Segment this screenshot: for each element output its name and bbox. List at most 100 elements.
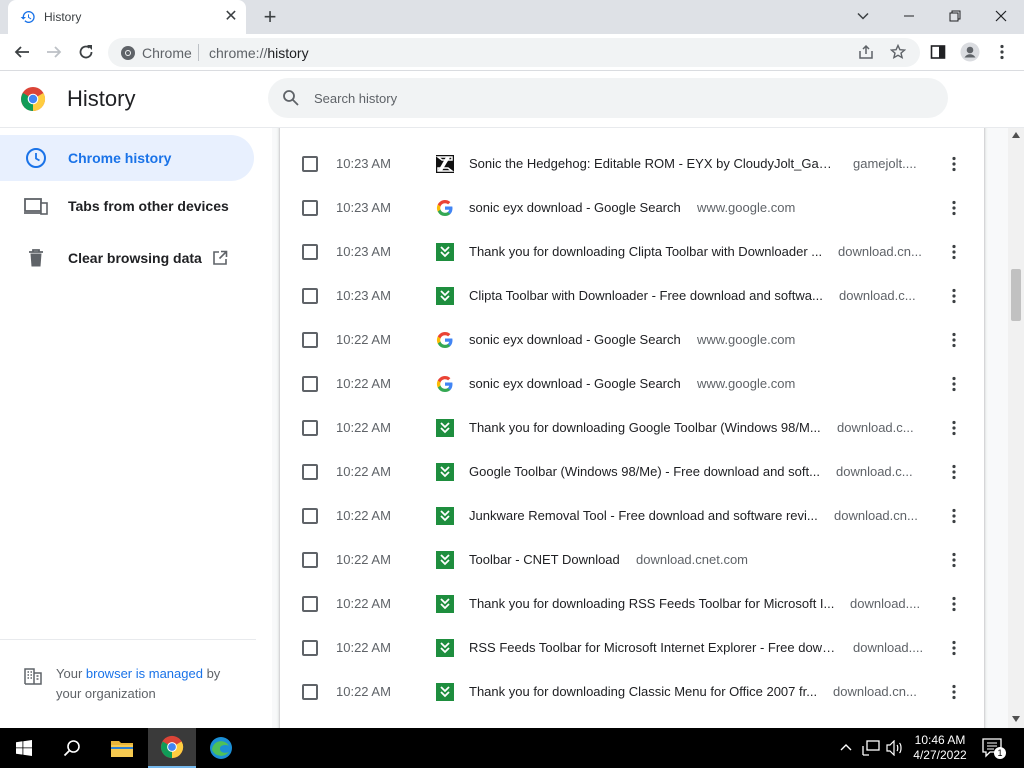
share-button[interactable]	[852, 38, 880, 66]
sidebar-item-chrome-history[interactable]: Chrome history	[0, 135, 254, 181]
trash-icon	[24, 247, 48, 269]
cnet-favicon-icon	[436, 639, 454, 657]
reload-button[interactable]	[72, 38, 100, 66]
sidebar-item-clear-browsing-data[interactable]: Clear browsing data	[0, 235, 254, 281]
row-checkbox[interactable]	[302, 420, 318, 436]
restore-button[interactable]	[932, 0, 978, 32]
row-menu-button[interactable]	[944, 594, 964, 614]
edge-taskbar-button[interactable]	[197, 728, 245, 768]
row-time: 10:23 AM	[336, 288, 391, 303]
row-menu-button[interactable]	[944, 682, 964, 702]
more-vert-icon	[952, 244, 956, 260]
row-title-link[interactable]: RSS Feeds Toolbar for Microsoft Internet…	[469, 640, 837, 655]
row-title-link[interactable]: sonic eyx download - Google Search	[469, 376, 681, 391]
table-row[interactable]: 10:23 AM Thank you for downloading Clipta…	[280, 230, 984, 274]
sidebar-item-tabs-from-other-devices[interactable]: Tabs from other devices	[0, 183, 254, 229]
row-checkbox[interactable]	[302, 508, 318, 524]
table-row[interactable]: 10:23 AM Clipta Toolbar with Downloader -…	[280, 274, 984, 318]
row-checkbox[interactable]	[302, 684, 318, 700]
back-button[interactable]	[8, 38, 36, 66]
menu-button[interactable]	[988, 38, 1016, 66]
file-explorer-button[interactable]	[98, 728, 146, 768]
row-checkbox[interactable]	[302, 552, 318, 568]
row-title-link[interactable]: Thank you for downloading Google Toolbar…	[469, 420, 821, 435]
row-menu-button[interactable]	[944, 550, 964, 570]
row-checkbox[interactable]	[302, 640, 318, 656]
row-domain: download....	[853, 640, 924, 655]
table-row[interactable]: 10:22 AM Google Toolbar (Windows 98/Me) -…	[280, 450, 984, 494]
table-row[interactable]: 10:22 AM Thank you for downloading Google…	[280, 406, 984, 450]
action-center-button[interactable]: 1	[982, 738, 1006, 759]
minimize-button[interactable]	[886, 0, 932, 32]
search-history-input[interactable]: Search history	[268, 78, 948, 118]
row-title-link[interactable]: Thank you for downloading RSS Feeds Tool…	[469, 596, 834, 611]
table-row[interactable]: 10:22 AM Thank you for downloading Classi…	[280, 670, 984, 714]
row-time: 10:22 AM	[336, 684, 391, 699]
start-button[interactable]	[0, 728, 48, 768]
forward-button[interactable]	[40, 38, 68, 66]
row-menu-button[interactable]	[944, 418, 964, 438]
row-checkbox[interactable]	[302, 200, 318, 216]
tab-history[interactable]: History ✕	[8, 0, 246, 34]
chevron-up-icon[interactable]	[840, 742, 852, 752]
row-checkbox[interactable]	[302, 332, 318, 348]
row-checkbox[interactable]	[302, 376, 318, 392]
scrollbar-thumb[interactable]	[1011, 269, 1021, 321]
taskbar-clock[interactable]: 10:46 AM 4/27/2022	[910, 733, 970, 763]
row-title-link[interactable]: Sonic the Hedgehog: Editable ROM - EYX b…	[469, 156, 837, 171]
history-icon	[20, 10, 35, 23]
table-row[interactable]: 10:22 AM sonic eyx download - Google Sear…	[280, 362, 984, 406]
row-menu-button[interactable]	[944, 154, 964, 174]
new-tab-button[interactable]: +	[258, 4, 282, 30]
row-time: 10:22 AM	[336, 552, 391, 567]
address-bar[interactable]: Chrome chrome://history	[108, 38, 920, 67]
table-row[interactable]: 10:23 AM sonic eyx download - Google Sear…	[280, 186, 984, 230]
row-menu-button[interactable]	[944, 286, 964, 306]
row-title-link[interactable]: Clipta Toolbar with Downloader - Free do…	[469, 288, 823, 303]
chrome-taskbar-button[interactable]	[148, 728, 196, 768]
row-checkbox[interactable]	[302, 156, 318, 172]
row-menu-button[interactable]	[944, 242, 964, 262]
tab-close-button[interactable]: ✕	[222, 8, 240, 26]
table-row[interactable]: 10:23 AM Sonic the Hedgehog: Editable ROM…	[280, 142, 984, 186]
table-row[interactable]: 10:22 AM Junkware Removal Tool - Free dow…	[280, 494, 984, 538]
google-favicon-icon	[436, 331, 454, 349]
row-title-link[interactable]: sonic eyx download - Google Search	[469, 200, 681, 215]
row-title-link[interactable]: Thank you for downloading Clipta Toolbar…	[469, 244, 822, 259]
volume-icon[interactable]	[886, 740, 904, 756]
reload-icon	[79, 45, 93, 59]
managed-link[interactable]: browser is managed	[86, 666, 203, 681]
close-window-button[interactable]	[978, 0, 1024, 32]
row-menu-button[interactable]	[944, 506, 964, 526]
row-title-link[interactable]: Junkware Removal Tool - Free download an…	[469, 508, 818, 523]
row-title-link[interactable]: sonic eyx download - Google Search	[469, 332, 681, 347]
side-panel-button[interactable]	[924, 38, 952, 66]
bookmark-button[interactable]	[884, 38, 912, 66]
row-title-link[interactable]: Google Toolbar (Windows 98/Me) - Free do…	[469, 464, 820, 479]
row-menu-button[interactable]	[944, 374, 964, 394]
row-checkbox[interactable]	[302, 288, 318, 304]
row-checkbox[interactable]	[302, 464, 318, 480]
tab-title: History	[44, 10, 82, 24]
row-menu-button[interactable]	[944, 330, 964, 350]
table-row[interactable]: 10:22 AM Toolbar - CNET Download download.…	[280, 538, 984, 582]
table-row[interactable]: 10:22 AM Thank you for downloading RSS Fe…	[280, 582, 984, 626]
row-checkbox[interactable]	[302, 596, 318, 612]
row-menu-button[interactable]	[944, 638, 964, 658]
row-title-link[interactable]: Toolbar - CNET Download	[469, 552, 620, 567]
row-menu-button[interactable]	[944, 462, 964, 482]
search-taskbar-button[interactable]	[48, 728, 96, 768]
row-domain: download.c...	[837, 420, 914, 435]
tab-search-button[interactable]	[840, 0, 886, 32]
search-placeholder: Search history	[314, 91, 398, 106]
profile-button[interactable]	[956, 38, 984, 66]
table-row[interactable]	[280, 128, 984, 142]
row-menu-button[interactable]	[944, 198, 964, 218]
vertical-scrollbar[interactable]	[1008, 128, 1024, 728]
row-checkbox[interactable]	[302, 244, 318, 260]
row-domain: www.google.com	[697, 332, 796, 347]
network-icon[interactable]	[862, 740, 880, 756]
row-title-link[interactable]: Thank you for downloading Classic Menu f…	[469, 684, 817, 699]
table-row[interactable]: 10:22 AM RSS Feeds Toolbar for Microsoft …	[280, 626, 984, 670]
table-row[interactable]: 10:22 AM sonic eyx download - Google Sear…	[280, 318, 984, 362]
